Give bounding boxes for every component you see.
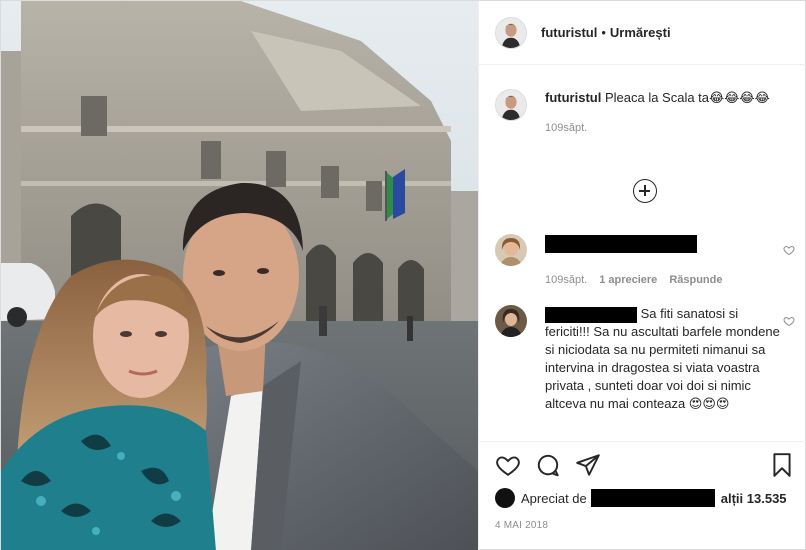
comment-like-heart-icon[interactable] — [783, 315, 795, 327]
action-icons — [495, 452, 795, 480]
likes-prefix: Apreciat de — [521, 490, 587, 506]
header-separator: • — [601, 25, 606, 40]
comment-item: Sa fiti sanatosi si fericiti!!! Sa nu as… — [495, 305, 795, 413]
comment-like-heart-icon[interactable] — [783, 244, 795, 256]
comments-list[interactable]: futuristul Pleaca la Scala ta😂😂😂😂 109săp… — [479, 65, 806, 441]
bookmark-icon[interactable] — [769, 452, 795, 478]
comment-icon[interactable] — [535, 452, 561, 478]
post-dialog: futuristul • Urmărești futuristul Pleaca… — [0, 0, 806, 550]
author-username[interactable]: futuristul — [541, 25, 597, 40]
redacted-username — [545, 234, 697, 253]
post-header: futuristul • Urmărești — [479, 1, 806, 65]
redacted-username — [545, 306, 637, 323]
caption-text: Pleaca la Scala ta😂😂😂😂 — [604, 90, 770, 105]
following-button[interactable]: Urmărești — [610, 25, 671, 40]
liker-avatar[interactable] — [495, 488, 515, 508]
likes-summary: Apreciat de alții 13.535 — [495, 488, 795, 508]
load-more-comments-icon[interactable] — [633, 179, 657, 203]
commenter-avatar[interactable] — [495, 234, 527, 266]
comment-meta: 109săpt. 1 apreciere Răspunde — [545, 271, 781, 289]
post-actions: Apreciat de alții 13.535 4 MAI 2018 — [479, 441, 806, 550]
redacted-liker — [590, 489, 715, 507]
photo-scene — [1, 1, 478, 550]
share-icon[interactable] — [575, 452, 601, 478]
comment-likes[interactable]: 1 apreciere — [599, 271, 657, 289]
post-date[interactable]: 4 MAI 2018 — [495, 520, 548, 531]
caption-time[interactable]: 109săpt. — [545, 119, 781, 137]
reply-button[interactable]: Răspunde — [669, 271, 722, 289]
caption-username[interactable]: futuristul — [545, 90, 601, 105]
heart-icon[interactable] — [495, 452, 521, 478]
author-avatar[interactable] — [495, 16, 527, 49]
post-panel: futuristul • Urmărești futuristul Pleaca… — [478, 1, 806, 550]
likes-others[interactable]: alții 13.535 — [721, 491, 787, 506]
comment-time[interactable]: 109săpt. — [545, 271, 587, 289]
commenter-avatar[interactable] — [495, 305, 527, 337]
caption-avatar[interactable] — [495, 89, 527, 121]
comment-item: 109săpt. 1 apreciere Răspunde — [495, 234, 795, 289]
post-photo — [1, 1, 478, 550]
caption: futuristul Pleaca la Scala ta😂😂😂😂 109săp… — [495, 89, 795, 137]
